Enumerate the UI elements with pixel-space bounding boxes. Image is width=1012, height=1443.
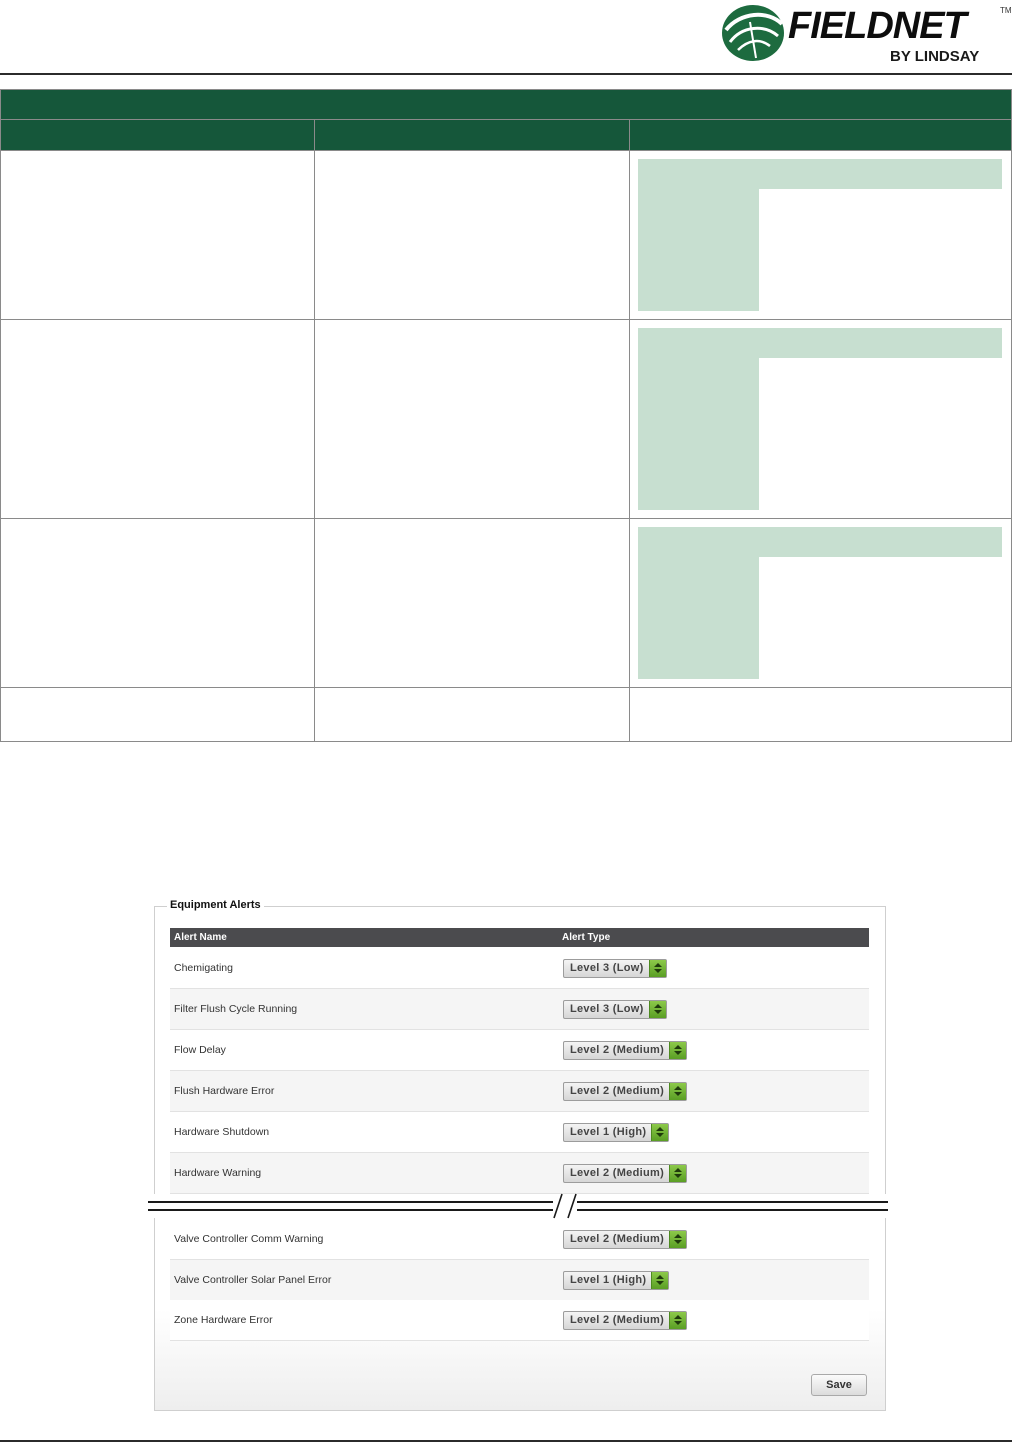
- break-slash-icon: [553, 1193, 577, 1219]
- alert-type-select[interactable]: Level 3 (Low): [563, 1000, 667, 1019]
- select-arrows-icon[interactable]: [669, 1042, 687, 1059]
- shade-top: [638, 159, 1002, 189]
- break-line: [148, 1209, 888, 1211]
- table-row: Hardware Warning Level 2 (Medium): [170, 1153, 869, 1194]
- select-arrows-icon[interactable]: [651, 1124, 669, 1141]
- alert-type-select[interactable]: Level 2 (Medium): [563, 1164, 688, 1183]
- select-value: Level 2 (Medium): [570, 1233, 665, 1245]
- select-arrows-icon[interactable]: [648, 1001, 666, 1018]
- select-arrows-icon[interactable]: [669, 1165, 687, 1182]
- select-arrows-icon[interactable]: [669, 1083, 687, 1100]
- table-header-row: [0, 119, 1012, 151]
- alert-type-select[interactable]: Level 2 (Medium): [563, 1311, 688, 1330]
- alert-type-select[interactable]: Level 3 (Low): [563, 959, 667, 978]
- table-row: Valve Controller Comm Warning Level 2 (M…: [170, 1219, 869, 1260]
- break-line: [148, 1201, 888, 1203]
- shade-side: [638, 358, 759, 510]
- table-row: [0, 687, 1012, 742]
- alert-name: Flow Delay: [174, 1044, 226, 1056]
- table-row: [0, 518, 1012, 688]
- table-row: Filter Flush Cycle Running Level 3 (Low): [170, 989, 869, 1030]
- trademark-mark: TM: [1000, 6, 1012, 15]
- select-value: Level 3 (Low): [570, 962, 644, 974]
- table-header-cell: [628, 119, 1012, 151]
- header-divider: [0, 73, 1012, 75]
- alert-name: Flush Hardware Error: [174, 1085, 275, 1097]
- select-arrows-icon[interactable]: [648, 960, 666, 977]
- table-cell: [628, 319, 1012, 519]
- select-arrows-icon[interactable]: [669, 1312, 687, 1329]
- alert-name: Filter Flush Cycle Running: [174, 1003, 298, 1015]
- table-row: Flow Delay Level 2 (Medium): [170, 1030, 869, 1071]
- select-arrows-icon[interactable]: [669, 1231, 687, 1248]
- table-title-row: [0, 89, 1012, 120]
- alert-type-select[interactable]: Level 1 (High): [563, 1271, 670, 1290]
- column-header-alert-type: Alert Type: [562, 932, 611, 943]
- select-value: Level 1 (High): [570, 1274, 647, 1286]
- table-row: Chemigating Level 3 (Low): [170, 948, 869, 989]
- shade-side: [638, 189, 759, 311]
- fieldnet-logo: FIELDNET TM BY LINDSAY: [720, 0, 1012, 72]
- select-value: Level 2 (Medium): [570, 1314, 665, 1326]
- table-row: [0, 319, 1012, 519]
- table-row: [0, 150, 1012, 320]
- select-value: Level 1 (High): [570, 1126, 647, 1138]
- alert-name: Valve Controller Comm Warning: [174, 1233, 324, 1245]
- alert-name: Hardware Shutdown: [174, 1126, 270, 1138]
- table-cell: [314, 319, 630, 519]
- table-header-cell: [0, 119, 315, 151]
- alert-type-select[interactable]: Level 2 (Medium): [563, 1041, 688, 1060]
- table-cell: [314, 518, 630, 688]
- select-value: Level 2 (Medium): [570, 1085, 665, 1097]
- save-button[interactable]: Save: [811, 1374, 867, 1396]
- table-cell: [628, 150, 1012, 320]
- document-table: [0, 89, 1012, 742]
- fieldnet-emblem-icon: [722, 5, 784, 61]
- table-cell: [0, 150, 315, 320]
- table-header-cell: [314, 119, 630, 151]
- alert-type-select[interactable]: Level 2 (Medium): [563, 1082, 688, 1101]
- footer-divider: [0, 1440, 1012, 1442]
- table-cell: [314, 150, 630, 320]
- alert-name: Zone Hardware Error: [174, 1314, 273, 1326]
- table-cell: [628, 687, 1012, 742]
- brand-wordmark: FIELDNET: [788, 5, 967, 47]
- table-title-cell: [0, 89, 1012, 120]
- table-row: Zone Hardware Error Level 2 (Medium): [170, 1300, 869, 1341]
- shade-top: [638, 328, 1002, 358]
- alert-name: Valve Controller Solar Panel Error: [174, 1274, 332, 1286]
- shade-side: [638, 557, 759, 679]
- break-band: [148, 1194, 888, 1218]
- select-arrows-icon[interactable]: [651, 1272, 669, 1289]
- select-value: Level 2 (Medium): [570, 1167, 665, 1179]
- column-header-alert-name: Alert Name: [174, 932, 227, 943]
- table-row: Flush Hardware Error Level 2 (Medium): [170, 1071, 869, 1112]
- alert-type-select[interactable]: Level 1 (High): [563, 1123, 670, 1142]
- select-value: Level 2 (Medium): [570, 1044, 665, 1056]
- alert-type-select[interactable]: Level 2 (Medium): [563, 1230, 688, 1249]
- alert-name: Chemigating: [174, 962, 233, 974]
- shade-top: [638, 527, 1002, 557]
- alert-name: Hardware Warning: [174, 1167, 262, 1179]
- table-row: Hardware Shutdown Level 1 (High): [170, 1112, 869, 1153]
- table-cell: [314, 687, 630, 742]
- brand-subtitle: BY LINDSAY: [890, 48, 980, 65]
- table-cell: [0, 319, 315, 519]
- table-row: Valve Controller Solar Panel Error Level…: [170, 1260, 869, 1301]
- panel-title: Equipment Alerts: [167, 898, 264, 912]
- table-cell: [0, 518, 315, 688]
- select-value: Level 3 (Low): [570, 1003, 644, 1015]
- table-cell: [0, 687, 315, 742]
- alerts-table-header: Alert Name Alert Type: [170, 928, 869, 947]
- table-cell: [628, 518, 1012, 688]
